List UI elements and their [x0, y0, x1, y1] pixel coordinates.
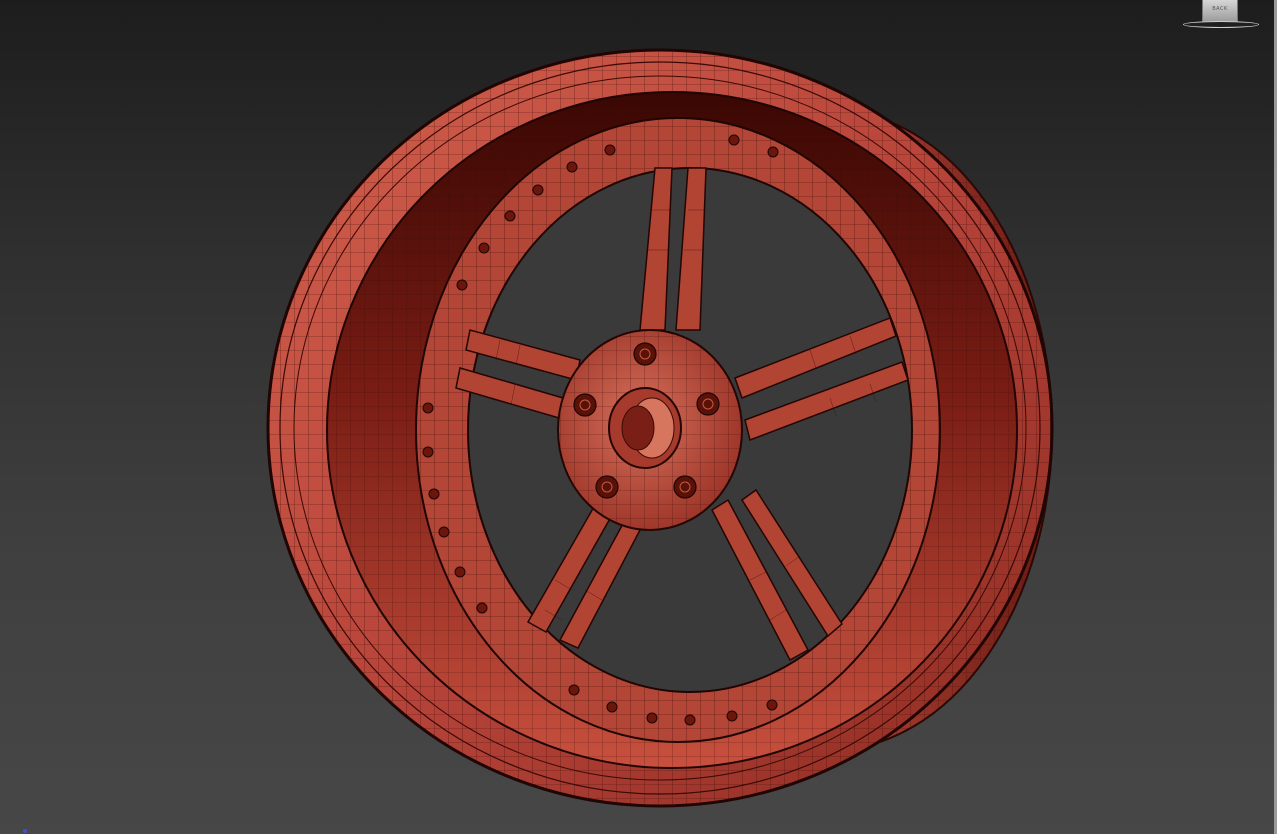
- viewcube-compass-ring[interactable]: [1183, 21, 1259, 28]
- 3d-viewport[interactable]: BACK: [0, 0, 1277, 834]
- wheel-model[interactable]: [0, 0, 1277, 834]
- viewcube-face[interactable]: BACK: [1202, 0, 1238, 22]
- viewcube[interactable]: BACK: [1180, 0, 1262, 30]
- axis-gizmo-icon: [23, 829, 27, 833]
